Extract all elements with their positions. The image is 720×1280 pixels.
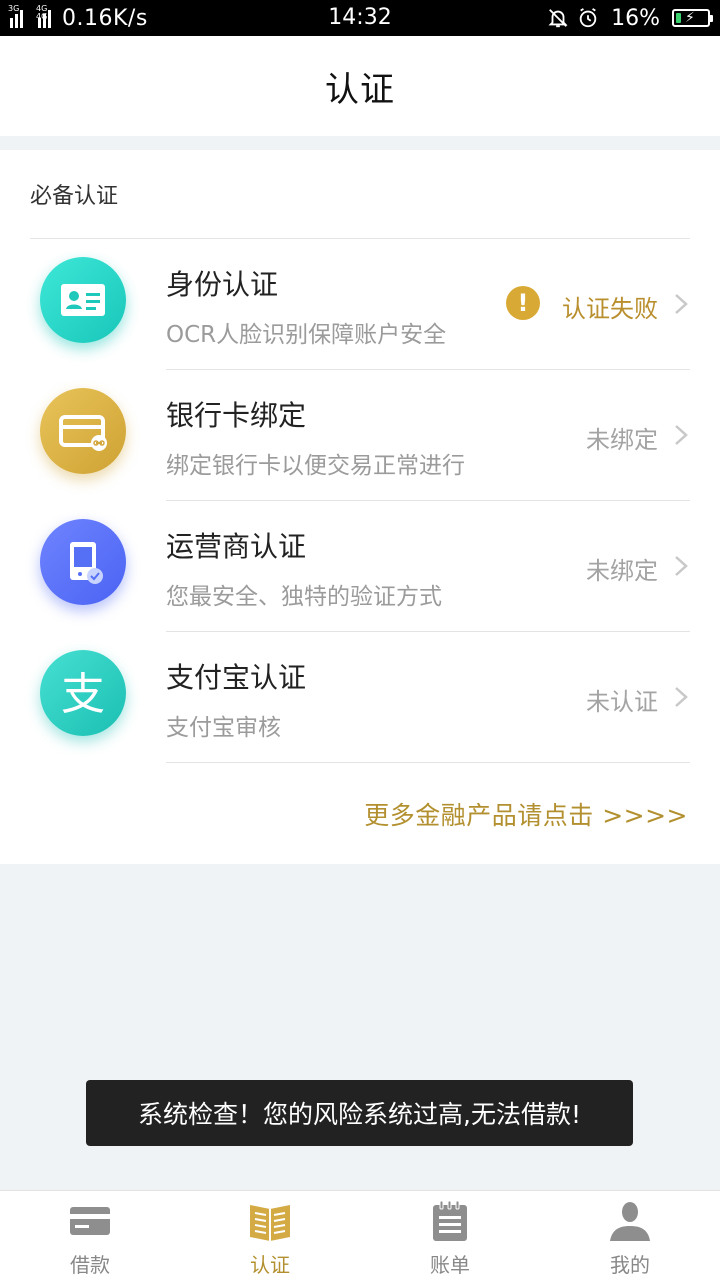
more-products-link[interactable]: 更多金融产品请点击 >>>>: [364, 796, 688, 832]
id-card-icon: [40, 257, 126, 343]
mute-bell-icon: [548, 9, 568, 28]
divider: [166, 762, 690, 763]
svg-text:支: 支: [61, 669, 105, 720]
chevron-right-icon: [675, 556, 688, 576]
tab-label: 借款: [70, 1253, 110, 1277]
chevron-right-icon: [675, 425, 688, 445]
battery-icon: ⚡: [672, 9, 713, 27]
item-title: 支付宝认证: [166, 661, 307, 694]
battery-percent: 16%: [611, 5, 660, 31]
tab-mine[interactable]: 我的: [540, 1191, 720, 1280]
list-item-identity[interactable]: 身份认证 OCR人脸识别保障账户安全 ! 认证失败: [0, 239, 720, 370]
phone-icon: [40, 519, 126, 605]
list-item-carrier[interactable]: 运营商认证 您最安全、独特的验证方式 未绑定: [0, 501, 720, 632]
list-item-bank-card[interactable]: 银行卡绑定 绑定银行卡以便交易正常进行 未绑定: [0, 370, 720, 501]
tab-label: 我的: [610, 1253, 650, 1277]
status-bar: 3G 4G 4G 0.16K/s 14:32 16% ⚡: [0, 0, 720, 36]
chevron-right-icon: [675, 687, 688, 707]
item-description: OCR人脸识别保障账户安全: [166, 322, 447, 348]
section-title: 必备认证: [30, 184, 119, 209]
verification-card: 必备认证 身份认证 OCR人脸识别保障账户安全 ! 认证失败 银行卡绑定 绑定银…: [0, 150, 720, 864]
item-description: 您最安全、独特的验证方式: [166, 584, 442, 610]
tab-verify[interactable]: 认证: [180, 1191, 360, 1280]
bank-card-icon: [40, 388, 126, 474]
item-description: 支付宝审核: [166, 715, 281, 741]
tab-label: 认证: [250, 1253, 290, 1277]
bottom-nav: 借款 认证 账单 我的: [0, 1190, 720, 1280]
item-title: 银行卡绑定: [166, 399, 307, 432]
status-label: 认证失败: [562, 295, 658, 323]
alipay-icon: 支: [40, 650, 126, 736]
item-title: 运营商认证: [166, 530, 307, 563]
status-label: 未认证: [586, 688, 658, 716]
chevron-right-icon: [675, 294, 688, 314]
toast-message: 系统检查！您的风险系统过高,无法借款!: [86, 1080, 633, 1146]
book-icon: [250, 1205, 290, 1241]
item-title: 身份认证: [166, 268, 279, 301]
notepad-icon: [433, 1200, 467, 1241]
app-header: 认证: [0, 36, 720, 136]
tab-loan[interactable]: 借款: [0, 1191, 180, 1280]
item-description: 绑定银行卡以便交易正常进行: [166, 453, 465, 479]
page-title: 认证: [325, 69, 395, 110]
status-label: 未绑定: [586, 426, 658, 454]
list-item-alipay[interactable]: 支 支付宝认证 支付宝审核 未认证: [0, 632, 720, 763]
card-icon: [70, 1207, 110, 1235]
status-label: 未绑定: [586, 557, 658, 585]
warning-icon: !: [506, 286, 540, 320]
tab-label: 账单: [430, 1253, 470, 1277]
person-icon: [610, 1202, 650, 1241]
alarm-icon: [579, 8, 597, 28]
tab-bills[interactable]: 账单: [360, 1191, 540, 1280]
